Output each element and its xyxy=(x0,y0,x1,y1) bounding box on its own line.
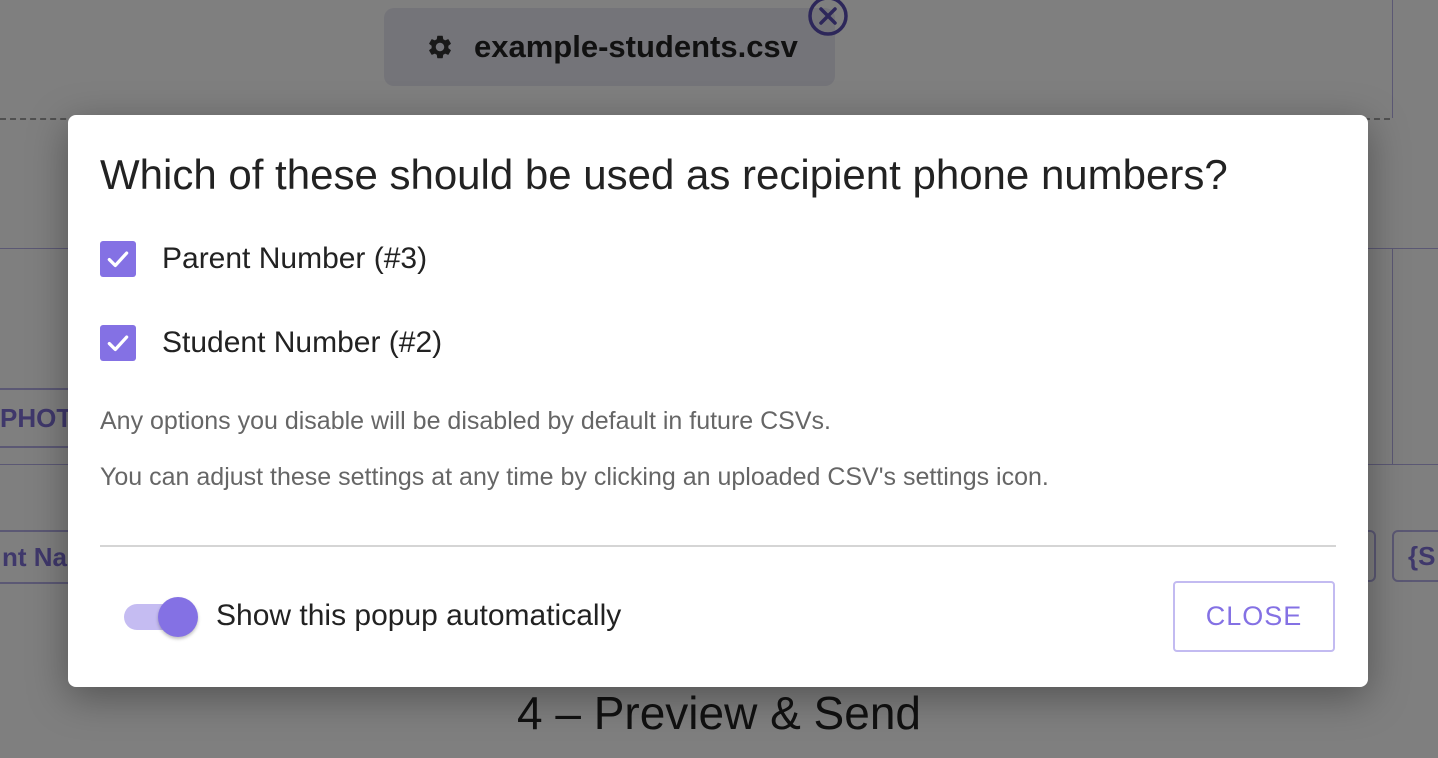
auto-popup-toggle[interactable] xyxy=(122,597,200,637)
option-student-number[interactable]: Student Number (#2) xyxy=(100,323,442,363)
close-button[interactable]: CLOSE xyxy=(1173,581,1335,652)
help-text-defaults: Any options you disable will be disabled… xyxy=(100,407,831,435)
option-label: Student Number (#2) xyxy=(162,326,443,359)
help-text-settings: You can adjust these settings at any tim… xyxy=(100,463,1049,491)
toggle-label: Show this popup automatically xyxy=(216,599,622,632)
option-label: Parent Number (#3) xyxy=(162,242,428,275)
dialog-divider xyxy=(100,545,1336,547)
option-parent-number[interactable]: Parent Number (#3) xyxy=(100,239,427,279)
dialog-title: Which of these should be used as recipie… xyxy=(100,151,1228,198)
toggle-thumb xyxy=(158,597,198,637)
checkbox-checked-icon[interactable] xyxy=(100,325,136,361)
checkbox-checked-icon[interactable] xyxy=(100,241,136,277)
phone-number-dialog: Which of these should be used as recipie… xyxy=(68,115,1368,687)
